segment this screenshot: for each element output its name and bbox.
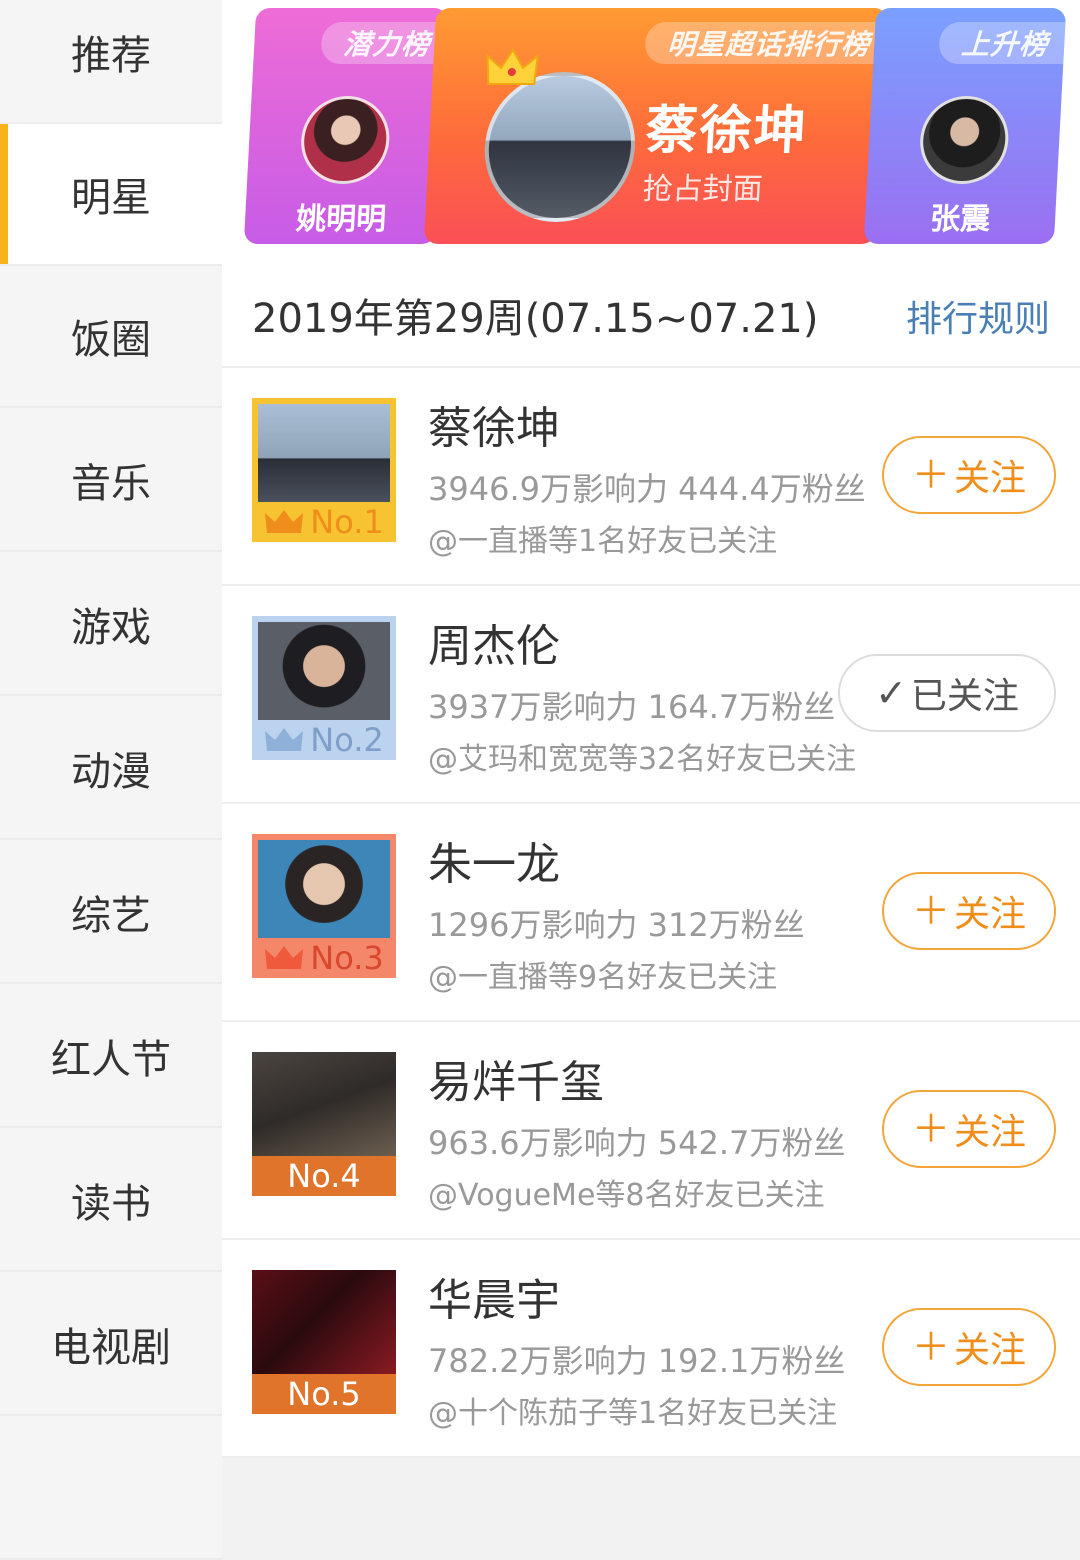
sidebar-item-influencer-festival[interactable]: 红人节	[0, 986, 222, 1128]
sidebar-item-label: 电视剧	[51, 1325, 171, 1371]
star-stats: 3946.9万影响力 444.4万粉丝	[428, 470, 866, 508]
sidebar-item-more	[0, 1418, 222, 1560]
follow-button[interactable]: ＋ 关注	[882, 872, 1056, 950]
card-star-name: 蔡徐坤	[644, 101, 810, 161]
plus-icon: ＋	[911, 1325, 950, 1369]
checkmark-icon: ✓	[875, 671, 907, 715]
star-name: 周杰伦	[428, 621, 560, 672]
star-name: 华晨宇	[428, 1275, 560, 1326]
star-photo	[252, 1270, 396, 1374]
star-photo	[258, 622, 390, 720]
week-header: 2019年第29周(07.15~07.21) 排行规则	[222, 262, 1080, 368]
potential-ranking-card[interactable]: 潜力榜 姚明明	[243, 8, 449, 244]
sidebar-item-variety[interactable]: 综艺	[0, 842, 222, 984]
follow-button[interactable]: ＋ 关注	[882, 1090, 1056, 1168]
ranking-banner: 潜力榜 姚明明 明星超话排行榜 蔡徐坤 抢占封面 上升榜 张震	[222, 0, 1080, 262]
rank-badge: No.4	[252, 1156, 396, 1196]
star-photo	[252, 1052, 396, 1156]
following-button[interactable]: ✓ 已关注	[838, 654, 1056, 732]
sidebar-item-anime[interactable]: 动漫	[0, 698, 222, 840]
sidebar-item-label: 游戏	[71, 605, 151, 651]
sidebar-item-label: 饭圈	[71, 317, 151, 363]
rank-thumbnail[interactable]: No.3	[252, 834, 396, 978]
ranking-row[interactable]: No.1 蔡徐坤 3946.9万影响力 444.4万粉丝 @一直播等1名好友已关…	[222, 368, 1080, 586]
follow-button[interactable]: ＋ 关注	[882, 436, 1056, 514]
rank-thumbnail[interactable]: No.2	[252, 616, 396, 760]
sidebar-item-label: 综艺	[71, 893, 151, 939]
crown-icon	[486, 48, 539, 85]
star-stats: 782.2万影响力 192.1万粉丝	[428, 1342, 846, 1380]
avatar	[298, 96, 392, 184]
follow-button-label: 已关注	[910, 676, 1019, 717]
sidebar-item-label: 推荐	[71, 33, 151, 79]
crown-icon	[265, 946, 304, 969]
sidebar-item-reading[interactable]: 读书	[0, 1130, 222, 1272]
rank-badge: No.2	[252, 720, 396, 760]
rank-number: No.3	[310, 939, 384, 977]
friends-following: @一直播等9名好友已关注	[428, 960, 778, 995]
star-photo	[258, 840, 390, 938]
card-tag: 上升榜	[938, 22, 1066, 64]
ranking-rules-link[interactable]: 排行规则	[906, 290, 1050, 342]
sidebar-item-tv-drama[interactable]: 电视剧	[0, 1274, 222, 1416]
card-tag: 潜力榜	[320, 22, 448, 64]
star-stats: 1296万影响力 312万粉丝	[428, 906, 805, 944]
rank-number: No.5	[287, 1375, 361, 1413]
follow-button-label: 关注	[954, 894, 1027, 935]
ranking-row[interactable]: No.5 华晨宇 782.2万影响力 192.1万粉丝 @十个陈茄子等1名好友已…	[222, 1240, 1080, 1458]
avatar	[917, 96, 1011, 184]
sidebar-item-games[interactable]: 游戏	[0, 554, 222, 696]
ranking-row[interactable]: No.2 周杰伦 3937万影响力 164.7万粉丝 @艾玛和宽宽等32名好友已…	[222, 586, 1080, 804]
star-photo	[258, 404, 390, 502]
rank-badge: No.1	[252, 502, 396, 542]
card-tag: 明星超话排行榜	[644, 22, 888, 64]
star-name: 易烊千玺	[428, 1057, 604, 1108]
crown-icon	[265, 510, 304, 533]
rank-number: No.4	[287, 1157, 361, 1195]
sidebar-item-label: 读书	[71, 1181, 151, 1227]
plus-icon: ＋	[911, 1107, 950, 1151]
friends-following: @艾玛和宽宽等32名好友已关注	[428, 742, 857, 777]
rank-number: No.2	[310, 721, 384, 759]
friends-following: @VogueMe等8名好友已关注	[428, 1178, 825, 1213]
ranking-row[interactable]: No.4 易烊千玺 963.6万影响力 542.7万粉丝 @VogueMe等8名…	[222, 1022, 1080, 1240]
card-star-name: 姚明明	[295, 202, 388, 237]
avatar	[480, 72, 639, 222]
rank-badge: No.3	[252, 938, 396, 978]
super-topic-ranking-card[interactable]: 明星超话排行榜 蔡徐坤 抢占封面	[423, 8, 889, 244]
plus-icon: ＋	[911, 453, 950, 497]
ranking-row[interactable]: No.3 朱一龙 1296万影响力 312万粉丝 @一直播等9名好友已关注 ＋ …	[222, 804, 1080, 1022]
card-star-name: 张震	[929, 202, 992, 237]
rank-thumbnail[interactable]: No.1	[252, 398, 396, 542]
sidebar-item-music[interactable]: 音乐	[0, 410, 222, 552]
star-name: 蔡徐坤	[428, 403, 560, 454]
rank-number: No.1	[310, 503, 384, 541]
plus-icon: ＋	[911, 889, 950, 933]
rank-badge: No.5	[252, 1374, 396, 1414]
follow-button-label: 关注	[954, 1112, 1027, 1153]
follow-button-label: 关注	[954, 1330, 1027, 1371]
category-sidebar: 推荐 明星 饭圈 音乐 游戏 动漫 综艺 红人节 读书 电视剧	[0, 0, 222, 1560]
sidebar-item-label: 音乐	[71, 461, 151, 507]
rising-ranking-card[interactable]: 上升榜 张震	[863, 8, 1067, 244]
rank-thumbnail[interactable]: No.5	[252, 1270, 396, 1414]
sidebar-item-stars[interactable]: 明星	[0, 124, 222, 266]
sidebar-item-label: 明星	[71, 175, 151, 221]
rank-thumbnail[interactable]: No.4	[252, 1052, 396, 1196]
sidebar-item-recommend[interactable]: 推荐	[0, 0, 222, 124]
week-title: 2019年第29周(07.15~07.21)	[252, 296, 819, 342]
follow-button[interactable]: ＋ 关注	[882, 1308, 1056, 1386]
crown-icon	[265, 728, 304, 751]
sidebar-item-label: 动漫	[71, 749, 151, 795]
star-stats: 3937万影响力 164.7万粉丝	[428, 688, 836, 726]
friends-following: @一直播等1名好友已关注	[428, 524, 778, 559]
star-name: 朱一龙	[428, 839, 560, 890]
follow-button-label: 关注	[954, 458, 1027, 499]
friends-following: @十个陈茄子等1名好友已关注	[428, 1396, 838, 1431]
sidebar-item-label: 红人节	[51, 1037, 171, 1083]
card-subtitle: 抢占封面	[641, 172, 764, 207]
ranking-panel: 潜力榜 姚明明 明星超话排行榜 蔡徐坤 抢占封面 上升榜 张震 2019年第29…	[222, 0, 1080, 1458]
sidebar-item-fan-circle[interactable]: 饭圈	[0, 266, 222, 408]
star-stats: 963.6万影响力 542.7万粉丝	[428, 1124, 846, 1162]
